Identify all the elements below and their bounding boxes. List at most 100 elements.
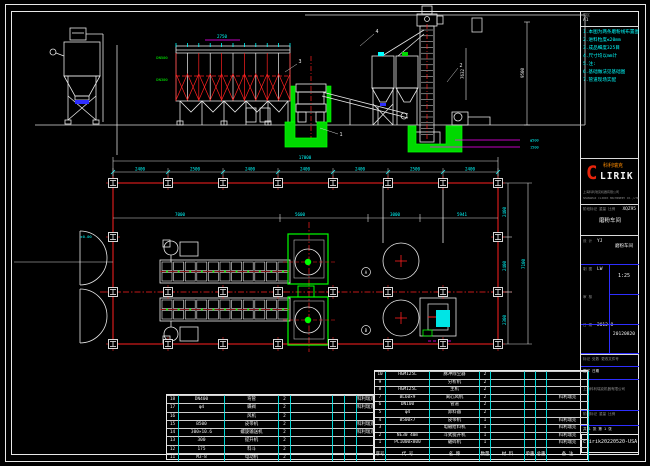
note-line: 6.基础做法见基础图	[583, 69, 638, 77]
baghouse-structure	[176, 43, 290, 101]
note-line: 7.管道现场实配	[583, 77, 638, 85]
bom-cell-name: 提升机	[225, 436, 279, 444]
svg-text:3000: 3000	[390, 212, 401, 217]
svg-text:5600: 5600	[295, 212, 306, 217]
bom-cell-remark: 科利瑞克	[357, 403, 375, 411]
bom-cell-remark	[547, 401, 589, 409]
logo-text: LIRIK	[600, 171, 634, 182]
bom-row[interactable]: 7BL60×9离心风机2科利瑞克	[375, 394, 589, 402]
bom-cell-mat	[491, 424, 525, 432]
bom-row[interactable]: 3电磁给料机1科利瑞克	[375, 424, 589, 432]
bom-row[interactable]: 4B500×7皮带机1科利瑞克	[375, 417, 589, 425]
bom-cell-remark	[547, 409, 589, 417]
bom-cell-name: 弯管	[225, 395, 279, 403]
bom-row[interactable]: 17φ4蝶阀2科利瑞克	[167, 403, 375, 411]
bom-cell-w1	[525, 379, 536, 387]
bom-cell-w1	[333, 436, 345, 444]
plan-total-dim: 17000	[299, 155, 312, 160]
bom-cell-w2	[536, 424, 547, 432]
bom-cell-mat	[291, 453, 333, 461]
bom-cell-code: NE30 40m	[386, 432, 430, 440]
bom-cell-no: 8	[375, 386, 386, 394]
bom-table-right[interactable]: 10HGM125L脉冲除尘器29分析机28HGM125L主机27BL60×9离心…	[374, 370, 588, 460]
bom-cell-mat	[491, 401, 525, 409]
bom-cell-qty: 2	[480, 379, 491, 387]
bom-cell-w2	[345, 403, 357, 411]
bom-table-left[interactable]: 18DN400弯管2科利瑞克17φ4蝶阀2科利瑞克16风机215B500皮带机2…	[166, 394, 374, 460]
bom-row[interactable]: 16风机2	[167, 412, 375, 420]
logo-cn-text: 科利瑞克	[603, 162, 623, 169]
bom-cell-mat	[291, 445, 333, 453]
bom-cell-w1	[525, 439, 536, 447]
bom-cell-mat	[291, 420, 333, 428]
svg-text:9500: 9500	[520, 67, 525, 78]
bom-row[interactable]: 10HGM125L脉冲除尘器2	[375, 371, 589, 379]
bom-cell-no: 2	[375, 432, 386, 440]
bom-cell-code: 300×10.6	[179, 428, 225, 436]
bom-cell-qty: 1	[480, 439, 491, 447]
bom-row[interactable]: 2NE30 40m斗式提升机1科利瑞克	[375, 432, 589, 440]
product-model: XQZ95	[622, 207, 636, 212]
company-line2: SHANGHAI CLIRIK MACHINERY CO.,LTD	[583, 196, 639, 200]
bom-cell-qty: 1	[480, 424, 491, 432]
bom-cell-w2	[536, 401, 547, 409]
silo-valve-icon	[378, 52, 384, 56]
section-bubbles	[362, 268, 371, 335]
bom-cell-name: 离心风机	[430, 394, 480, 402]
svg-text:±0.00: ±0.00	[80, 234, 92, 239]
bom-cell-w2	[345, 445, 357, 453]
bom-cell-name: 蝶阀	[225, 403, 279, 411]
svg-text:B: B	[365, 328, 368, 333]
bom-cell-mat	[291, 412, 333, 420]
bom-row[interactable]: 14300×10.6螺旋输送机2科利瑞克	[167, 428, 375, 436]
bom-cell-code: HGM125L	[386, 371, 430, 379]
bom-row[interactable]: 8HGM125L主机2	[375, 386, 589, 394]
rev-line1: 标记 处数 更改文件号	[583, 357, 619, 361]
drawing-number: 20120820	[609, 332, 639, 337]
bom-cell-code: φ4	[386, 409, 430, 417]
bom-row[interactable]: 5φ4卸料器2	[375, 409, 589, 417]
bom-cell-w2	[345, 412, 357, 420]
bom-cell-remark: 科利瑞克	[357, 428, 375, 436]
elevator-plan	[420, 298, 456, 341]
bom-row[interactable]: 18DN400弯管2科利瑞克	[167, 395, 375, 403]
bom-cell-qty: 2	[480, 394, 491, 402]
company-cell: 上海科利瑞克机器有限公司 阶段标记 重量 比例 共 1 张 第 1 张	[581, 385, 639, 433]
bom-cell-no: 17	[167, 403, 179, 411]
bom-row[interactable]: 1PC1000×800破碎机1科利瑞克	[375, 439, 589, 447]
bom-cell-w1	[525, 401, 536, 409]
bom-cell-remark: 科利瑞克	[357, 395, 375, 403]
bom-cell-remark	[357, 453, 375, 461]
svg-text:2400: 2400	[135, 167, 146, 172]
bom-cell-name: 卸料器	[430, 409, 480, 417]
svg-text:DN300: DN300	[156, 77, 168, 82]
svg-text:2400: 2400	[502, 260, 507, 271]
bom-row[interactable]: 9分析机2	[375, 379, 589, 387]
mill-foundation-pit	[285, 122, 327, 147]
bom-row[interactable]: 12175料斗2	[167, 445, 375, 453]
bom-row[interactable]: 15B500皮带机2科利瑞克	[167, 420, 375, 428]
bom-row[interactable]: 11M3-8电动机2	[167, 453, 375, 461]
bom-cell-name: 分析机	[430, 379, 480, 387]
bom-cell-remark: 科利瑞克	[547, 394, 589, 402]
bom-cell-name: 风机	[225, 412, 279, 420]
drawing-filename: clirik20220520-USA	[582, 440, 638, 445]
svg-text:3: 3	[298, 59, 301, 65]
bom-row[interactable]: 13300提升机2	[167, 436, 375, 444]
bom-cell-w2	[536, 417, 547, 425]
bom-cell-mat	[491, 409, 525, 417]
baghouse-legs	[177, 101, 288, 125]
bom-header-cell: 单重	[525, 447, 536, 461]
plan-view	[14, 157, 532, 352]
bom-cell-code: DN400	[179, 395, 225, 403]
bom-cell-no: 13	[167, 436, 179, 444]
svg-text:5941: 5941	[457, 212, 468, 217]
svg-text:1500: 1500	[530, 146, 539, 150]
bom-cell-remark	[547, 371, 589, 379]
svg-text:2400: 2400	[502, 206, 507, 217]
draft-value: LW	[597, 267, 602, 272]
bom-cell-w1	[333, 445, 345, 453]
bom-row[interactable]: 6DN100管道2	[375, 401, 589, 409]
note-line: 5.注:	[583, 61, 638, 69]
bom-cell-w1	[333, 412, 345, 420]
